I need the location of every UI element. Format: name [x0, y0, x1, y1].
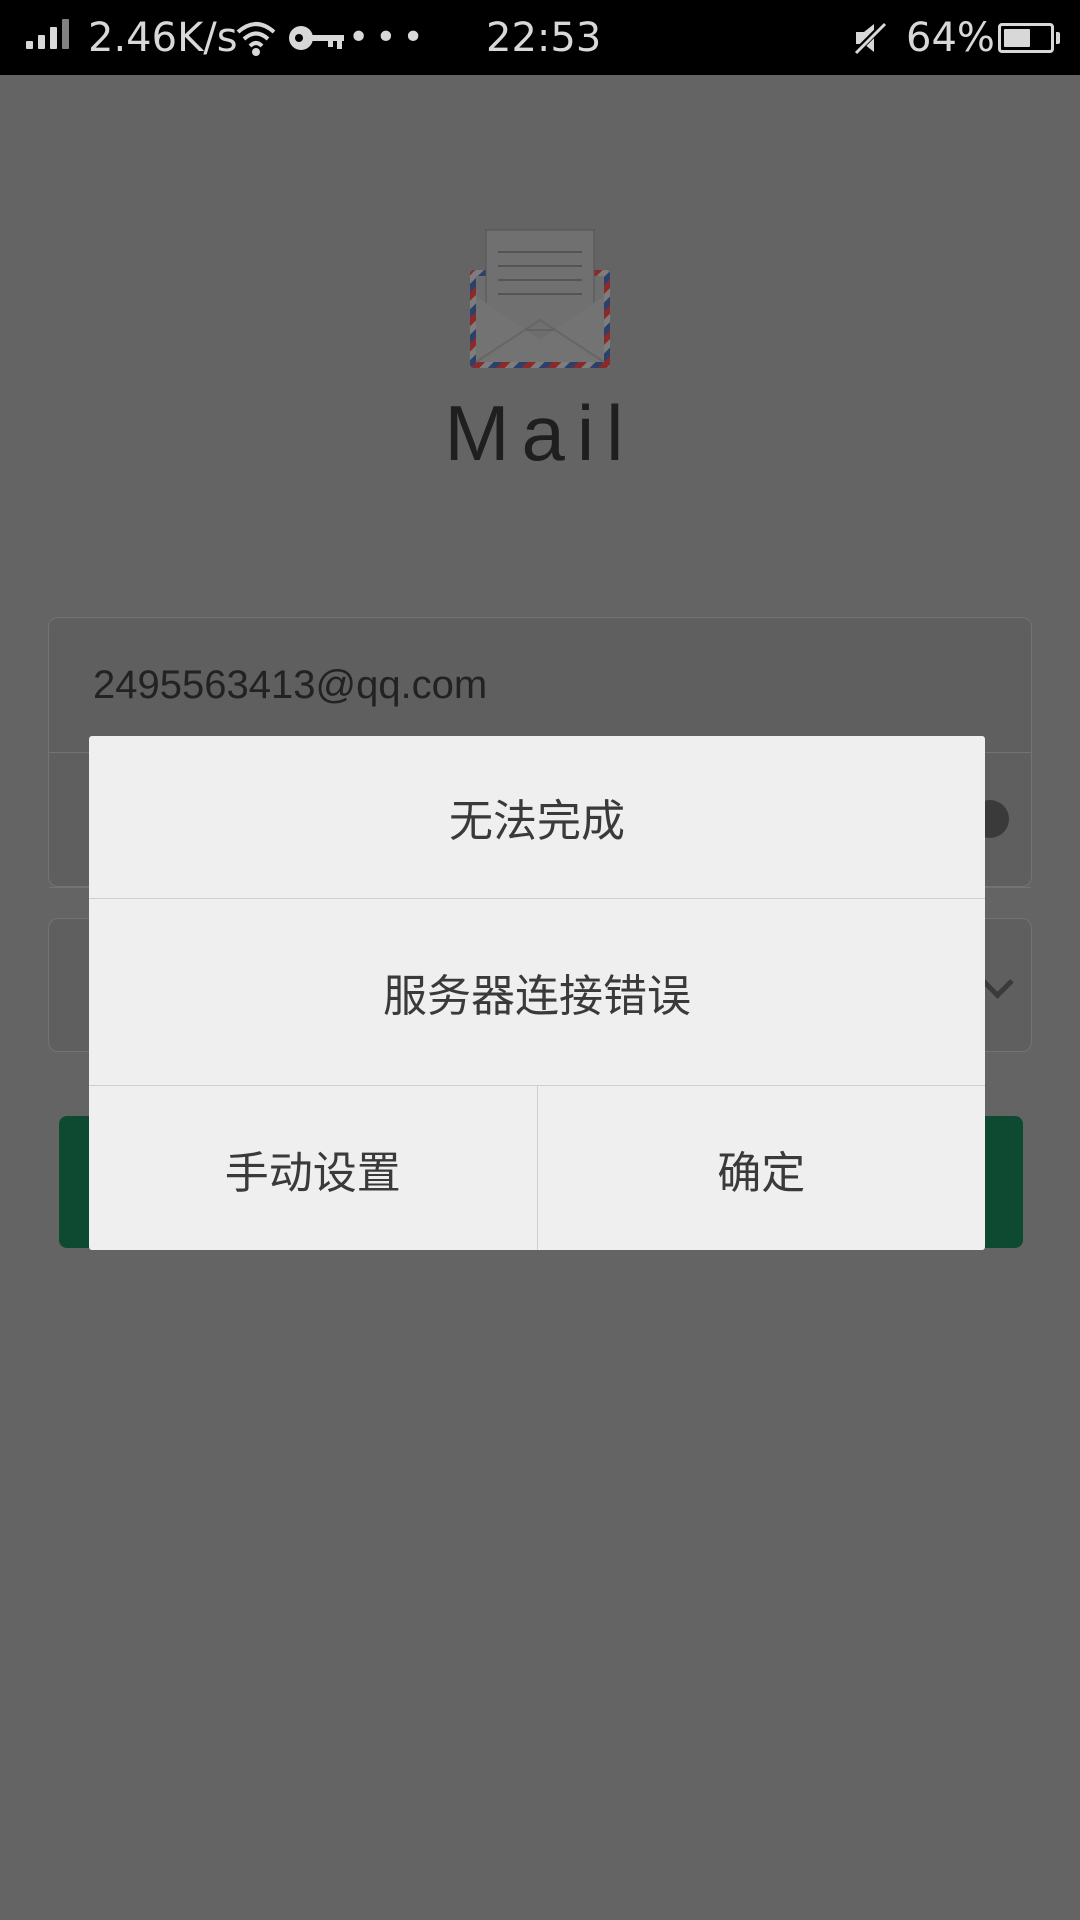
wifi-icon: [234, 0, 278, 75]
chevron-down-icon: [981, 966, 1014, 999]
error-dialog: 无法完成 服务器连接错误 手动设置 确定: [89, 736, 985, 1250]
app-title: Mail: [444, 389, 636, 477]
battery-icon: [998, 0, 1060, 75]
battery-level-fill: [1004, 28, 1030, 47]
network-speed: 2.46K/s: [88, 14, 238, 61]
battery-percent: 64%: [906, 14, 995, 61]
key-icon: [288, 0, 346, 75]
clock: 22:53: [486, 14, 602, 61]
signal-icon: [26, 0, 74, 75]
email-field[interactable]: 2495563413@qq.com: [49, 618, 1031, 753]
more-notifications-icon: •••: [348, 17, 430, 58]
mute-icon: [852, 0, 888, 75]
status-bar: 2.46K/s ••• 22:53 64%: [0, 0, 1080, 75]
email-value: 2495563413@qq.com: [93, 662, 488, 707]
manual-setup-button[interactable]: 手动设置: [89, 1086, 537, 1250]
dialog-buttons: 手动设置 确定: [89, 1086, 985, 1250]
dialog-message: 服务器连接错误: [89, 899, 985, 1086]
ok-button[interactable]: 确定: [536, 1086, 986, 1250]
dialog-title: 无法完成: [89, 736, 985, 899]
envelope-icon: [464, 222, 616, 372]
